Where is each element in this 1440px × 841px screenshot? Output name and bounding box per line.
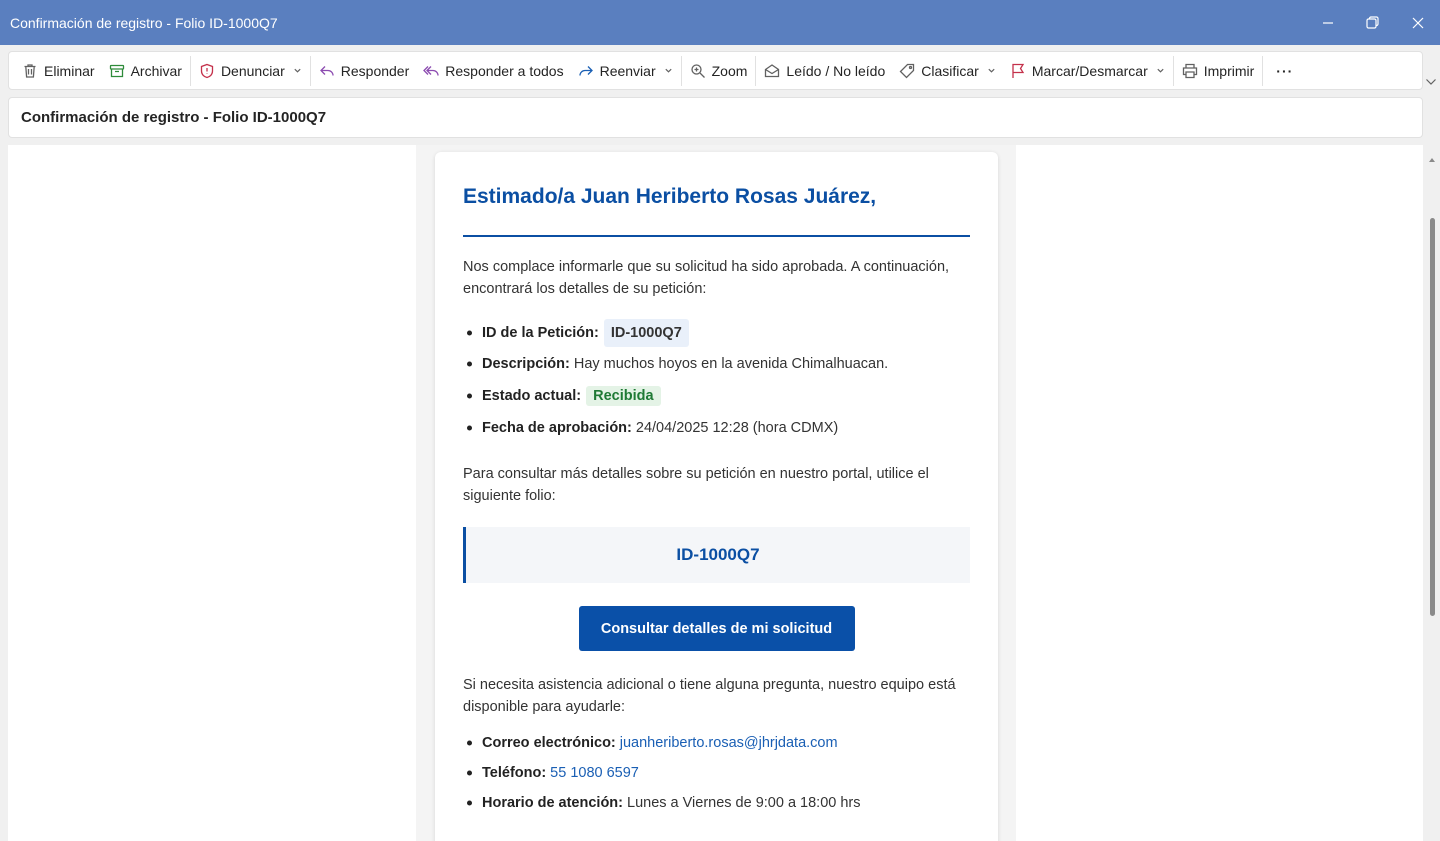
approval-date-label: Fecha de aprobación: (482, 420, 632, 436)
archive-button[interactable]: Archivar (102, 56, 189, 86)
scrollbar-thumb[interactable] (1430, 218, 1435, 616)
status-badge: Recibida (586, 386, 661, 406)
scroll-up-button[interactable] (1428, 150, 1436, 162)
email-label: Correo electrónico: (482, 735, 616, 751)
ribbon-toolbar: Eliminar Archivar Denunciar Responder Re… (8, 51, 1423, 90)
toolbar-divider (1172, 55, 1174, 86)
list-item: ID de la Petición: ID-1000Q7 (463, 318, 970, 348)
reply-icon (319, 65, 334, 76)
reply-all-label: Responder a todos (445, 62, 564, 79)
toolbar-divider (309, 55, 311, 86)
reading-pane: Estimado/a Juan Heriberto Rosas Juárez, … (8, 145, 1423, 841)
reply-all-button[interactable]: Responder a todos (416, 56, 570, 86)
window-title: Confirmación de registro - Folio ID-1000… (10, 14, 278, 31)
request-id-badge: ID-1000Q7 (603, 319, 689, 347)
chevron-down-icon (1157, 68, 1164, 73)
more-options-button[interactable]: ··· (1264, 56, 1305, 86)
intro-paragraph: Nos complace informarle que su solicitud… (463, 259, 950, 297)
restore-icon (1366, 16, 1379, 29)
reply-all-icon (423, 65, 439, 76)
forward-label: Reenviar (599, 62, 656, 79)
chevron-down-icon (1426, 79, 1436, 85)
caret-up-icon (1429, 158, 1435, 162)
restore-button[interactable] (1350, 0, 1395, 45)
list-item: Horario de atención: Lunes a Viernes de … (463, 793, 970, 813)
toolbar-divider (189, 55, 191, 86)
toolbar-expand-button[interactable] (1425, 74, 1437, 85)
printer-icon (1182, 63, 1197, 78)
minimize-button[interactable] (1305, 0, 1350, 45)
zoom-button[interactable]: Zoom (683, 56, 755, 86)
toolbar-divider (1262, 55, 1264, 86)
list-item: Teléfono: 55 1080 6597 (463, 763, 970, 783)
greeting-heading: Estimado/a Juan Heriberto Rosas Juárez, (463, 185, 970, 237)
list-item: Correo electrónico: juanheriberto.rosas@… (463, 733, 970, 753)
vertical-scrollbar[interactable] (1425, 145, 1440, 841)
description-value: Hay muchos hoyos en la avenida Chimalhua… (573, 356, 889, 372)
request-details-list: ID de la Petición: ID-1000Q7 Descripción… (463, 318, 970, 438)
close-icon (1412, 17, 1423, 28)
toolbar-divider (680, 55, 682, 86)
list-item: Fecha de aprobación: 24/04/2025 12:28 (h… (463, 418, 970, 438)
report-button[interactable]: Denunciar (192, 56, 309, 86)
request-id-label: ID de la Petición: (482, 325, 599, 341)
read-unread-label: Leído / No leído (786, 62, 886, 79)
delete-label: Eliminar (44, 62, 95, 79)
view-request-details-button[interactable]: Consultar detalles de mi solicitud (578, 606, 855, 651)
archive-label: Archivar (130, 62, 182, 79)
minimize-icon (1322, 21, 1333, 24)
list-item: Estado actual: Recibida (463, 385, 970, 407)
phone-label: Teléfono: (482, 765, 547, 781)
hours-value: Lunes a Viernes de 9:00 a 18:00 hrs (627, 795, 861, 811)
categorize-label: Clasificar (921, 62, 979, 79)
zoom-icon (690, 63, 705, 78)
toolbar-divider (755, 55, 757, 86)
reply-button[interactable]: Responder (312, 56, 417, 86)
read-unread-button[interactable]: Leído / No leído (757, 56, 892, 86)
title-bar: Confirmación de registro - Folio ID-1000… (0, 0, 1440, 45)
delete-button[interactable]: Eliminar (15, 56, 102, 86)
list-item: Descripción: Hay muchos hoyos en la aven… (463, 354, 970, 374)
report-label: Denunciar (220, 62, 285, 79)
chevron-down-icon (988, 68, 995, 73)
flag-button[interactable]: Marcar/Desmarcar (1003, 56, 1172, 86)
reply-label: Responder (340, 62, 410, 79)
status-label: Estado actual: (482, 388, 582, 404)
folio-value: ID-1000Q7 (676, 545, 760, 564)
close-button[interactable] (1395, 0, 1440, 45)
description-label: Descripción: (482, 356, 570, 372)
more-icon: ··· (1276, 62, 1294, 79)
chevron-down-icon (664, 68, 672, 73)
phone-link[interactable]: 55 1080 6597 (550, 765, 639, 781)
hours-label: Horario de atención: (482, 795, 623, 811)
tag-icon (899, 63, 915, 78)
print-button[interactable]: Imprimir (1175, 56, 1262, 86)
folio-callout: ID-1000Q7 (463, 527, 970, 583)
categorize-button[interactable]: Clasificar (892, 56, 1003, 86)
forward-icon (578, 65, 593, 76)
forward-button[interactable]: Reenviar (571, 56, 680, 86)
envelope-icon (765, 63, 780, 77)
print-label: Imprimir (1203, 62, 1255, 79)
contact-list: Correo electrónico: juanheriberto.rosas@… (463, 733, 970, 813)
archive-icon (109, 64, 124, 77)
shield-icon (200, 63, 214, 78)
flag-icon (1012, 63, 1025, 78)
email-link[interactable]: juanheriberto.rosas@jhrjdata.com (620, 735, 838, 751)
approval-date-value: 24/04/2025 12:28 (hora CDMX) (635, 420, 839, 436)
email-body-card: Estimado/a Juan Heriberto Rosas Juárez, … (435, 152, 998, 841)
consult-paragraph: Para consultar más detalles sobre su pet… (463, 466, 929, 504)
trash-icon (24, 63, 36, 78)
assistance-paragraph: Si necesita asistencia adicional o tiene… (463, 677, 956, 715)
chevron-down-icon (294, 68, 301, 73)
message-subject: Confirmación de registro - Folio ID-1000… (8, 97, 1423, 138)
flag-label: Marcar/Desmarcar (1031, 62, 1148, 79)
zoom-label: Zoom (711, 62, 748, 79)
